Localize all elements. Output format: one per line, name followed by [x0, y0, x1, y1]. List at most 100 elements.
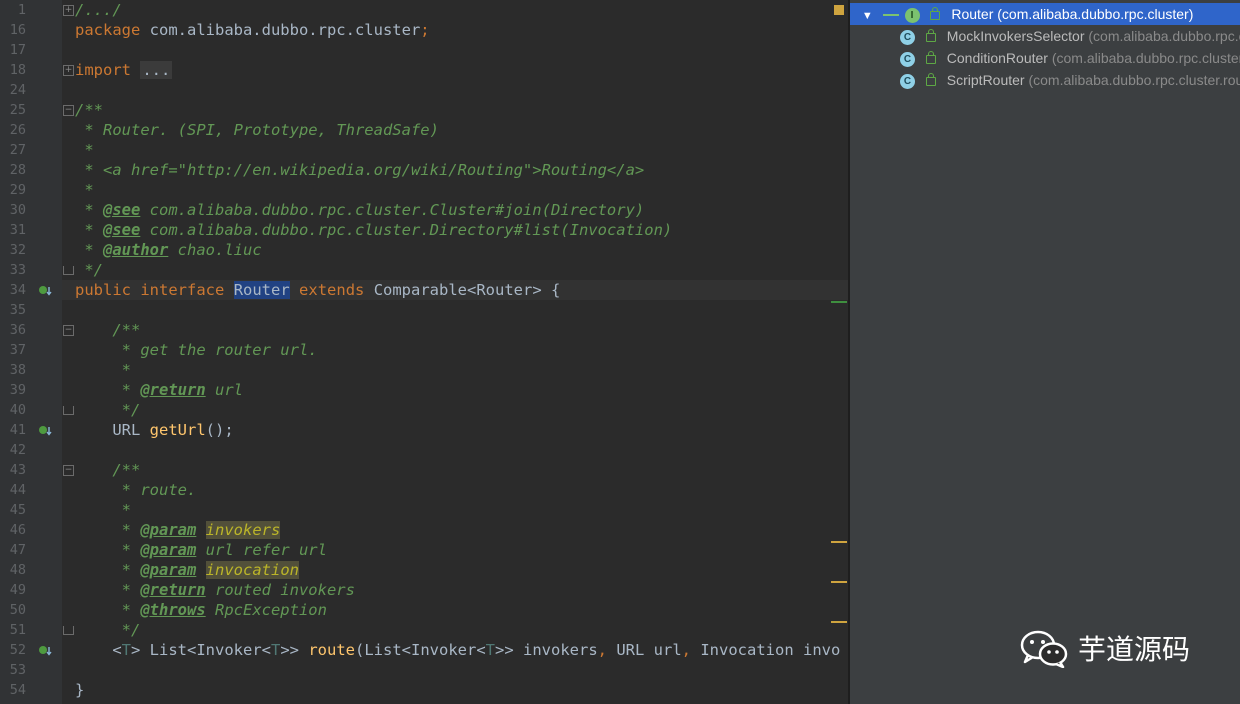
code-token: getUrl: [149, 421, 206, 439]
code-editor[interactable]: 1 16 17 18 24 25 26 27 28 29 30 31 32 33 34 35 36 37 38 39 4…: [0, 0, 850, 704]
line-number: 35: [9, 302, 26, 318]
public-lock-icon: [925, 28, 936, 42]
code-token: Comparable<: [364, 281, 477, 299]
implemented-icon[interactable]: [38, 283, 52, 297]
code-line[interactable]: *: [75, 140, 93, 160]
code-line[interactable]: * @param url refer url: [75, 540, 327, 560]
fold-end-icon[interactable]: [63, 406, 74, 415]
interface-icon: I: [904, 7, 920, 23]
code-token: package: [75, 21, 141, 39]
tree-item-mockinvokersselector[interactable]: C MockInvokersSelector (com.alibaba.dubb…: [900, 25, 1240, 47]
code-line[interactable]: * @return routed invokers: [75, 580, 355, 600]
code-line[interactable]: * @author chao.liuc: [75, 240, 261, 260]
error-stripe[interactable]: [831, 0, 848, 704]
implemented-icon[interactable]: [38, 643, 52, 657]
tree-item-conditionrouter[interactable]: C ConditionRouter (com.alibaba.dubbo.rpc…: [900, 47, 1240, 69]
line-number: 17: [9, 42, 26, 58]
code-token: ;: [420, 21, 430, 39]
code-line[interactable]: /**: [75, 460, 140, 480]
fold-expand-icon[interactable]: +: [63, 65, 74, 76]
code-line[interactable]: * @throws RpcException: [75, 600, 327, 620]
code-line[interactable]: public interface Router extends Comparab…: [75, 280, 560, 300]
code-token: /.../: [75, 1, 122, 19]
code-token: Invocation invo: [700, 641, 841, 659]
code-token: *: [75, 601, 141, 619]
code-line[interactable]: /**: [75, 100, 103, 120]
code-token: ,: [597, 641, 617, 659]
code-line[interactable]: package com.alibaba.dubbo.rpc.cluster;: [75, 20, 430, 40]
code-line[interactable]: }: [75, 680, 84, 700]
code-line[interactable]: * route.: [75, 480, 197, 500]
code-token: com.alibaba.dubbo.rpc.cluster: [140, 21, 421, 39]
line-number: 29: [9, 182, 26, 198]
inspection-status-icon[interactable]: [834, 5, 844, 15]
implemented-icon[interactable]: [38, 423, 52, 437]
line-number: 33: [9, 262, 26, 278]
line-number: 54: [9, 682, 26, 698]
code-token: *: [75, 181, 94, 199]
stripe-marker[interactable]: [831, 301, 847, 303]
code-line[interactable]: /.../: [75, 0, 122, 20]
code-line[interactable]: *: [75, 360, 131, 380]
code-line[interactable]: import ...: [75, 60, 173, 80]
code-line[interactable]: */: [75, 400, 141, 420]
code-line[interactable]: */: [75, 620, 141, 640]
code-line[interactable]: */: [75, 260, 103, 280]
line-number: 45: [9, 502, 26, 518]
code-line[interactable]: * Router. (SPI, Prototype, ThreadSafe): [75, 120, 439, 140]
code-token: URL: [75, 421, 150, 439]
tree-node-package: (com.alibaba.dubbo.rpc.cluster.router): [1088, 28, 1240, 44]
line-number: 40: [9, 402, 26, 418]
code-line[interactable]: * @return url: [75, 380, 243, 400]
public-lock-icon: [930, 6, 941, 20]
code-line[interactable]: * <a href="http://en.wikipedia.org/wiki/…: [75, 160, 644, 180]
code-token: URL url: [616, 641, 682, 659]
tree-item-scriptrouter[interactable]: C ScriptRouter (com.alibaba.dubbo.rpc.cl…: [900, 69, 1240, 91]
class-icon: C: [900, 51, 915, 67]
code-line[interactable]: * get the router url.: [75, 340, 318, 360]
code-token: * get the router url.: [75, 341, 318, 359]
fold-end-icon[interactable]: [63, 266, 74, 275]
line-number: 41: [9, 422, 26, 438]
code-line[interactable]: <T> List<Invoker<T>> route(List<Invoker<…: [75, 640, 840, 660]
code-token: /**: [75, 101, 103, 119]
line-number: 36: [9, 322, 26, 338]
code-line[interactable]: * @see com.alibaba.dubbo.rpc.cluster.Dir…: [75, 220, 672, 240]
code-line[interactable]: * @param invokers: [75, 520, 281, 540]
tree-root-router[interactable]: ▼ I Router (com.alibaba.dubbo.rpc.cluste…: [850, 3, 1240, 25]
fold-collapse-icon[interactable]: −: [63, 105, 74, 116]
code-token: * route.: [75, 481, 197, 499]
fold-collapse-icon[interactable]: −: [63, 465, 74, 476]
code-token: *: [75, 501, 131, 519]
hierarchy-tree[interactable]: ▼ I Router (com.alibaba.dubbo.rpc.cluste…: [850, 0, 1240, 704]
fold-collapse-icon[interactable]: −: [63, 325, 74, 336]
code-token: com.alibaba.dubbo.rpc.cluster.Cluster: [140, 201, 495, 219]
fold-end-icon[interactable]: [63, 626, 74, 635]
code-token: url: [205, 381, 243, 399]
stripe-marker[interactable]: [831, 541, 847, 543]
stripe-marker[interactable]: [831, 581, 847, 583]
public-lock-icon: [925, 72, 936, 86]
line-number: 32: [9, 242, 26, 258]
line-number: 42: [9, 442, 26, 458]
code-token: *: [75, 541, 141, 559]
line-number: 53: [9, 662, 26, 678]
code-token: @param: [140, 521, 197, 539]
code-line[interactable]: URL getUrl();: [75, 420, 233, 440]
code-line[interactable]: * @see com.alibaba.dubbo.rpc.cluster.Clu…: [75, 200, 644, 220]
tree-node-name: ConditionRouter: [946, 50, 1048, 66]
code-line[interactable]: *: [75, 500, 131, 520]
tree-node-name: ScriptRouter: [946, 72, 1025, 88]
expand-arrow-icon[interactable]: ▼: [862, 10, 873, 22]
code-token: *: [75, 561, 141, 579]
code-line[interactable]: *: [75, 180, 94, 200]
line-number: 49: [9, 582, 26, 598]
code-line[interactable]: /**: [75, 320, 140, 340]
code-line[interactable]: * @param invocation: [75, 560, 299, 580]
code-token: extends: [299, 281, 365, 299]
wechat-icon: [1020, 630, 1068, 668]
fold-expand-icon[interactable]: +: [63, 5, 74, 16]
stripe-marker[interactable]: [831, 621, 847, 623]
public-lock-icon: [925, 50, 936, 64]
code-token: @see: [103, 221, 141, 239]
